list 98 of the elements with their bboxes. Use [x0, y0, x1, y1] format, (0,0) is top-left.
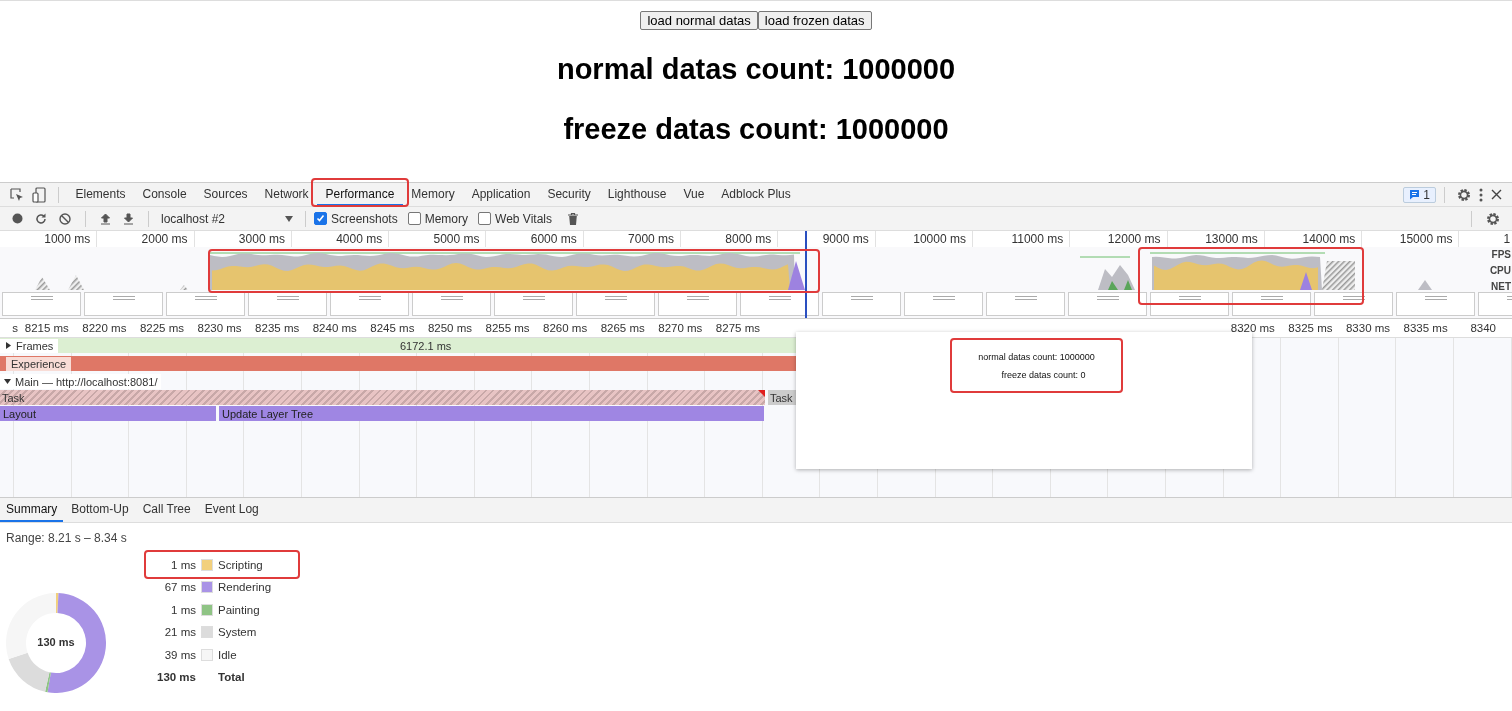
- close-icon[interactable]: [1491, 189, 1502, 200]
- time-tick-label: 14000 ms: [1264, 231, 1363, 247]
- time-tick-label: 8270 ms: [657, 321, 704, 336]
- time-tick-label: 4000 ms: [291, 231, 390, 247]
- details-tab[interactable]: Event Log: [198, 498, 265, 522]
- time-tick-label: 10000 ms: [875, 231, 973, 247]
- popup-text: normal datas count: 1000000: [978, 351, 1095, 362]
- issues-button[interactable]: 1: [1403, 186, 1436, 203]
- details-tab[interactable]: Bottom-Up: [65, 498, 135, 522]
- time-tick-label: 8275 ms: [714, 321, 761, 336]
- legend-value: 39 ms: [163, 648, 196, 661]
- lane-label: NET: [1491, 280, 1511, 294]
- time-tick-label: 8230 ms: [196, 321, 243, 336]
- count-heading: normal datas count: 1000000: [556, 52, 956, 86]
- devtools-tab[interactable]: Network: [256, 183, 318, 206]
- time-tick-label: 11000 ms: [972, 231, 1071, 247]
- time-tick-label: s: [11, 321, 18, 336]
- event-bar[interactable]: Layout: [0, 406, 216, 421]
- reload-icon[interactable]: [35, 212, 47, 225]
- event-bar[interactable]: Update Layer Tree: [219, 406, 764, 421]
- time-tick-label: 2000 ms: [97, 231, 195, 247]
- time-tick-label: 8260 ms: [542, 321, 589, 336]
- checkbox-option[interactable]: Memory: [407, 211, 469, 226]
- time-tick-label: 8245 ms: [369, 321, 416, 336]
- legend-label: System: [218, 626, 257, 638]
- time-tick-label: 8340: [1469, 321, 1497, 336]
- time-tick-label: 1: [1502, 231, 1512, 247]
- task-bar[interactable]: Task: [768, 390, 796, 405]
- time-tick-label: 1000 ms: [0, 231, 98, 247]
- clear-icon[interactable]: [59, 212, 71, 225]
- legend-value: 67 ms: [163, 581, 196, 593]
- record-icon[interactable]: [12, 213, 23, 224]
- donut-total: 130 ms: [36, 636, 76, 648]
- devtools-tab[interactable]: Memory: [402, 183, 464, 206]
- time-tick-label: 5000 ms: [389, 231, 487, 247]
- time-tick-label: 13000 ms: [1167, 231, 1265, 247]
- download-icon[interactable]: [123, 212, 134, 225]
- devtools-tab[interactable]: Adblock Plus: [712, 183, 800, 206]
- legend-label: Idle: [218, 648, 237, 661]
- time-tick-label: 7000 ms: [583, 231, 682, 247]
- legend-label: Scripting: [218, 558, 263, 571]
- load-button[interactable]: load normal datas: [640, 11, 758, 30]
- legend-value: 21 ms: [163, 626, 196, 638]
- time-tick-label: 15000 ms: [1362, 231, 1460, 247]
- legend-value: 1 ms: [170, 558, 196, 571]
- count-heading: freeze datas count: 1000000: [563, 112, 949, 146]
- settings-icon[interactable]: [1457, 187, 1471, 202]
- total-label: Total: [218, 671, 245, 683]
- popup-text: freeze datas count: 0: [1001, 369, 1086, 380]
- time-tick-label: 8220 ms: [81, 321, 128, 336]
- task-bar[interactable]: Task: [0, 390, 765, 405]
- track-toggle[interactable]: Frames: [0, 338, 59, 353]
- devtools-tab[interactable]: Sources: [195, 183, 257, 206]
- time-tick-label: 8265 ms: [599, 321, 646, 336]
- time-tick-label: 3000 ms: [194, 231, 292, 247]
- time-tick-label: 8255 ms: [484, 321, 531, 336]
- devtools-tab[interactable]: Security: [538, 183, 600, 206]
- legend-label: Painting: [218, 603, 260, 616]
- devtools-tab[interactable]: Vue: [674, 183, 713, 206]
- time-tick-label: 8235 ms: [254, 321, 301, 336]
- devtools-tab[interactable]: Lighthouse: [599, 183, 675, 206]
- legend-value: 1 ms: [170, 603, 196, 616]
- track-label: Experience: [6, 356, 72, 371]
- time-tick-label: 8250 ms: [426, 321, 473, 336]
- checkbox-option[interactable]: Screenshots: [314, 211, 398, 226]
- trash-icon[interactable]: [567, 212, 578, 225]
- target-select[interactable]: localhost #2: [157, 211, 297, 226]
- time-tick-label: 12000 ms: [1070, 231, 1168, 247]
- legend-label: Rendering: [218, 581, 272, 593]
- frame-duration: 6172.1 ms: [400, 339, 452, 352]
- device-icon[interactable]: [32, 186, 46, 203]
- total-value: 130 ms: [156, 671, 196, 683]
- devtools-tab[interactable]: Application: [463, 183, 539, 206]
- time-tick-label: 8320 ms: [1229, 321, 1276, 336]
- time-tick-label: 8330 ms: [1344, 321, 1392, 336]
- select-element-icon[interactable]: [10, 187, 24, 202]
- time-tick-label: 8335 ms: [1402, 321, 1449, 336]
- lane-label: CPU: [1489, 264, 1511, 278]
- chat-icon: [1409, 189, 1421, 200]
- load-button[interactable]: load frozen datas: [757, 11, 872, 30]
- more-menu-icon[interactable]: [1479, 187, 1483, 202]
- devtools-tab[interactable]: Elements: [67, 183, 135, 206]
- checkmark-icon: [316, 214, 325, 223]
- time-tick-label: 8225 ms: [138, 321, 186, 336]
- upload-icon[interactable]: [100, 212, 111, 225]
- checkbox-option[interactable]: Web Vitals: [478, 211, 552, 226]
- time-tick-label: 6000 ms: [486, 231, 584, 247]
- time-tick-label: 8000 ms: [681, 231, 779, 247]
- details-tab[interactable]: Call Tree: [136, 498, 197, 522]
- time-tick-label: 8215 ms: [23, 321, 70, 336]
- lane-label: FPS: [1491, 248, 1511, 262]
- time-tick-label: 8325 ms: [1287, 321, 1334, 336]
- track-toggle[interactable]: Main — http://localhost:8081/: [0, 374, 162, 389]
- time-tick-label: 8240 ms: [311, 321, 358, 336]
- devtools-tab[interactable]: Console: [134, 183, 196, 206]
- range-text: Range: 8.21 s – 8.34 s: [6, 531, 128, 545]
- settings-icon[interactable]: [1486, 211, 1500, 226]
- caret-icon: [285, 215, 293, 222]
